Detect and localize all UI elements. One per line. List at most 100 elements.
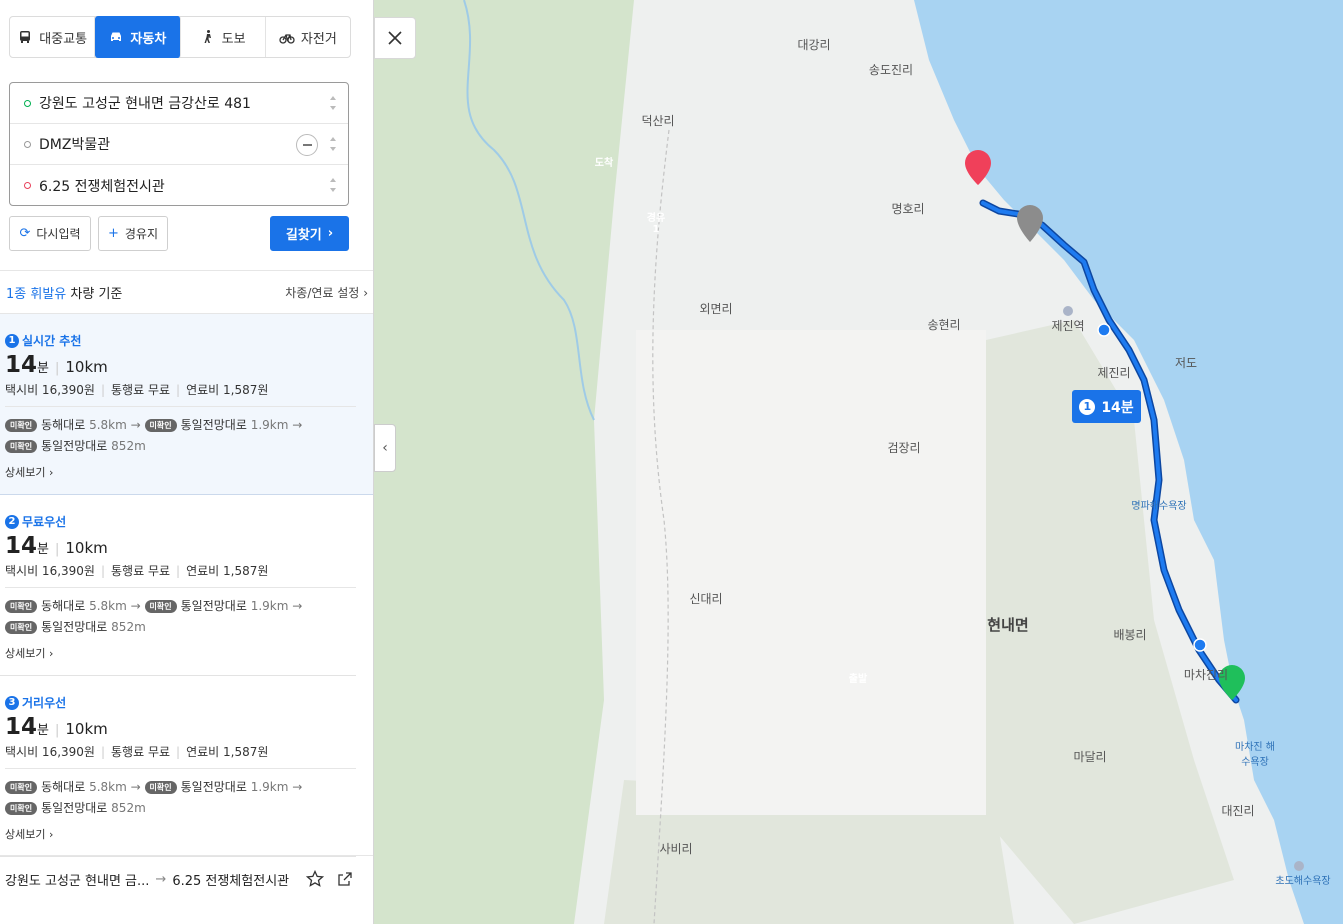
road-name: 통일전망대로 — [41, 801, 108, 815]
beach-icon — [1294, 861, 1304, 871]
tab-bike-label: 자전거 — [300, 31, 337, 47]
option-title-text: 실시간 추천 — [22, 334, 82, 348]
place-label: 송현리 — [927, 318, 961, 332]
divider — [5, 587, 356, 588]
reorder-handle-icon[interactable] — [330, 137, 336, 151]
detail-link[interactable]: 상세보기 › — [5, 826, 53, 842]
detail-label: 상세보기 — [5, 828, 46, 841]
place-label: 명호리 — [891, 202, 925, 216]
road-distance: 5.8km — [89, 780, 127, 794]
vehicle-settings-link[interactable]: 차종/연료 설정 › — [285, 284, 368, 301]
waypoint-pin-label: 경유 1 — [646, 213, 666, 235]
time-value: 14 — [5, 352, 38, 378]
road-name: 동해대로 — [41, 599, 86, 613]
arrow-right-icon: → — [292, 599, 303, 613]
unverified-badge: 미확인 — [5, 802, 38, 815]
route-option-title: 3 거리우선 — [5, 694, 66, 711]
unverified-badge: 미확인 — [144, 781, 177, 794]
road-name: 통일전망대로 — [41, 620, 108, 634]
route-number-icon: 1 — [1079, 398, 1096, 415]
tab-transit[interactable]: 대중교통 — [10, 17, 96, 57]
waypoint-field[interactable]: DMZ박물관 — [10, 124, 348, 165]
route-option[interactable]: 3 거리우선 14분 | 10km 택시비 16,390원 | 통행료 무료 | 연료비 1,58… — [0, 676, 373, 857]
remove-waypoint-icon[interactable] — [296, 134, 318, 156]
search-label: 길찾기 — [285, 228, 322, 243]
taxi-fare: 택시비 16,390원 — [5, 564, 95, 578]
collapse-panel-button[interactable]: ‹ — [374, 424, 396, 472]
place-label: 현내면 — [987, 616, 1029, 634]
option-title-text: 무료우선 — [22, 515, 67, 529]
place-label: 마차진 해수욕장 — [1235, 742, 1275, 768]
road-distance: 5.8km — [89, 418, 127, 432]
detail-link[interactable]: 상세보기 › — [5, 464, 53, 480]
origin-field[interactable]: 강원도 고성군 현내면 금강산로 481 — [10, 83, 348, 124]
time-value: 14 — [5, 533, 38, 559]
restricted-area — [636, 330, 986, 815]
toll-fee: 통행료 무료 — [111, 564, 171, 578]
arrow-right-icon: → — [292, 780, 303, 794]
unverified-badge: 미확인 — [5, 600, 38, 613]
tab-bike[interactable]: 자전거 — [266, 17, 350, 57]
divider: | — [100, 383, 106, 397]
route-distance: 10km — [65, 539, 108, 557]
unverified-badge: 미확인 — [5, 419, 38, 432]
destination-field[interactable]: 6.25 전쟁체험전시관 — [10, 165, 348, 206]
waypoint-label: 경유지 — [124, 227, 159, 241]
add-waypoint-button[interactable]: + 경유지 — [98, 216, 168, 251]
divider: | — [54, 361, 60, 376]
route-option-title: 1 실시간 추천 — [5, 332, 81, 349]
road-name: 통일전망대로 — [180, 780, 247, 794]
route-time-label: 14분 — [1101, 399, 1134, 416]
star-icon[interactable] — [306, 870, 324, 888]
route-roads: 미확인 동해대로 5.8km → 미확인 통일전망대로 1.9km → 미확인 통일전망… — [5, 415, 345, 457]
route-time-badge[interactable]: 1 14분 — [1072, 390, 1141, 423]
tab-car[interactable]: 자동차 — [95, 16, 181, 58]
route-roads: 미확인 동해대로 5.8km → 미확인 통일전망대로 1.9km → 미확인 통일전망… — [5, 596, 345, 638]
arrow-right-icon: → — [155, 872, 167, 887]
waypoint-text: DMZ박물관 — [39, 137, 111, 153]
route-time: 14분 | 10km — [5, 714, 108, 740]
reset-label: 다시입력 — [36, 227, 81, 241]
close-panel-button[interactable] — [374, 17, 416, 59]
reset-button[interactable]: ⟳ 다시입력 — [9, 216, 91, 251]
route-roads: 미확인 동해대로 5.8km → 미확인 통일전망대로 1.9km → 미확인 통일전망… — [5, 777, 345, 819]
map-canvas — [374, 0, 1343, 924]
plus-icon: + — [107, 226, 119, 241]
chevron-right-icon: › — [48, 828, 54, 841]
divider — [5, 768, 356, 769]
search-route-button[interactable]: 길찾기 › — [270, 216, 349, 251]
route-option[interactable]: 2 무료우선 14분 | 10km 택시비 16,390원 | 통행료 무료 | 연료비 1,58… — [0, 495, 373, 676]
unverified-badge: 미확인 — [5, 621, 38, 634]
route-point-icon — [1097, 323, 1111, 337]
fuel-cost: 연료비 1,587원 — [186, 564, 269, 578]
station-icon — [1063, 306, 1073, 316]
reorder-handle-icon[interactable] — [330, 96, 336, 110]
unverified-badge: 미확인 — [5, 440, 38, 453]
route-summary-footer: 강원도 고성군 현내면 금... → 6.25 전쟁체험전시관 — [0, 855, 373, 903]
chevron-right-icon: › — [363, 285, 368, 300]
reorder-handle-icon[interactable] — [330, 178, 336, 192]
road-name: 통일전망대로 — [41, 439, 108, 453]
route-option[interactable]: 1 실시간 추천 14분 | 10km 택시비 16,390원 | 통행료 무료 | 연료비 1,… — [0, 314, 373, 495]
close-icon — [388, 31, 402, 45]
share-icon[interactable] — [336, 870, 354, 888]
option-title-text: 거리우선 — [22, 696, 67, 710]
map-view[interactable]: 대강리 송도진리 덕산리 명호리 외면리 송현리 제진역 제진리 저도 검장리 명파해수욕장 신대리 현… — [374, 0, 1343, 924]
tab-walk[interactable]: 도보 — [181, 17, 266, 57]
detail-link[interactable]: 상세보기 › — [5, 645, 53, 661]
road-name: 통일전망대로 — [180, 418, 247, 432]
taxi-fare: 택시비 16,390원 — [5, 745, 95, 759]
place-label: 마차진리 — [1183, 668, 1229, 682]
chevron-right-icon: › — [48, 647, 54, 660]
time-unit: 분 — [37, 542, 49, 557]
fuel-cost: 연료비 1,587원 — [186, 383, 269, 397]
route-costs: 택시비 16,390원 | 통행료 무료 | 연료비 1,587원 — [5, 743, 268, 760]
divider: | — [176, 745, 181, 759]
footer-destination: 6.25 전쟁체험전시관 — [172, 874, 290, 889]
arrow-right-icon: → — [130, 780, 141, 794]
route-time: 14분 | 10km — [5, 533, 108, 559]
bus-icon — [20, 31, 31, 43]
road-distance: 852m — [111, 439, 146, 453]
bike-icon — [279, 34, 295, 44]
arrow-right-icon: → — [130, 599, 141, 613]
